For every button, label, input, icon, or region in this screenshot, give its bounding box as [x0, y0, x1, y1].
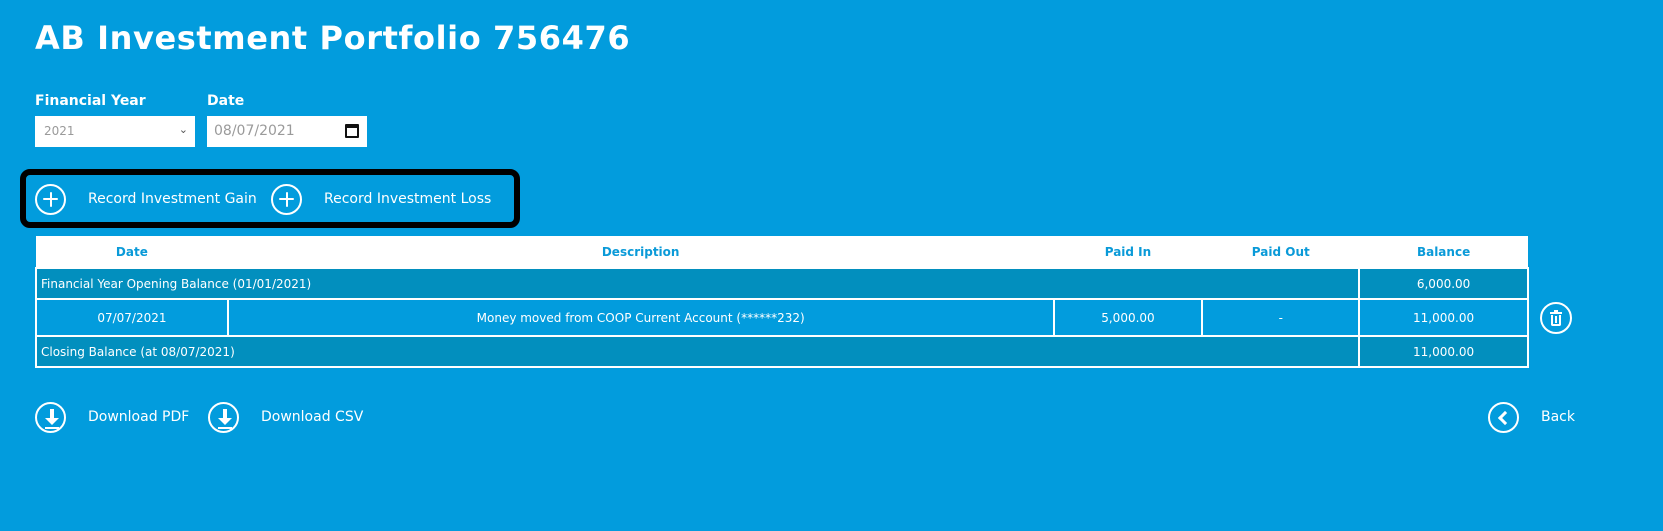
delete-row-button[interactable] [1540, 302, 1572, 334]
table-header-row: Date Description Paid In Paid Out Balanc… [36, 236, 1528, 268]
download-csv-button[interactable]: Download CSV [208, 400, 363, 434]
financial-year-select[interactable]: 2021 ⌄ [35, 116, 195, 147]
financial-year-label: Financial Year [35, 93, 146, 109]
row-paid-in: 5,000.00 [1052, 298, 1204, 337]
plus-circle-icon [271, 183, 302, 215]
record-investment-loss-button[interactable]: Record Investment Loss [271, 183, 492, 215]
trash-icon-can [1551, 315, 1561, 326]
record-investment-loss-label: Record Investment Loss [324, 191, 492, 207]
column-header-date: Date [36, 236, 228, 268]
date-input[interactable]: 08/07/2021 [207, 116, 367, 147]
calendar-icon[interactable] [345, 124, 359, 138]
back-label: Back [1541, 409, 1575, 425]
column-header-description: Description [227, 236, 1054, 268]
column-header-balance: Balance [1359, 236, 1528, 268]
column-header-paid-in: Paid In [1053, 236, 1203, 268]
download-csv-label: Download CSV [261, 409, 364, 425]
investment-portfolio-page: AB Investment Portfolio 756476 Financial… [0, 0, 1663, 531]
chevron-left-icon [1488, 401, 1519, 433]
plus-circle-icon [35, 183, 66, 215]
column-header-paid-out: Paid Out [1202, 236, 1360, 268]
closing-balance-row: Closing Balance (at 08/07/2021) 11,000.0… [34, 335, 1529, 368]
opening-balance-value: 6,000.00 [1358, 267, 1529, 300]
download-pdf-label: Download PDF [88, 409, 190, 425]
row-balance: 11,000.00 [1358, 298, 1529, 337]
trash-icon-lid [1550, 312, 1562, 314]
table-row: 07/07/2021 Money moved from COOP Current… [35, 298, 1529, 337]
date-label: Date [207, 93, 245, 109]
download-icon [35, 401, 66, 433]
closing-balance-value: 11,000.00 [1358, 335, 1529, 368]
record-investment-gain-button[interactable]: Record Investment Gain [35, 183, 257, 215]
date-value: 08/07/2021 [214, 123, 295, 139]
download-icon-bar [45, 426, 59, 429]
row-date: 07/07/2021 [35, 298, 229, 337]
download-pdf-button[interactable]: Download PDF [35, 400, 189, 434]
opening-balance-label: Financial Year Opening Balance (01/01/20… [34, 267, 1361, 300]
download-icon-bar [218, 426, 232, 429]
chevron-down-icon: ⌄ [178, 123, 188, 136]
back-button[interactable]: Back [1488, 400, 1575, 434]
closing-balance-label: Closing Balance (at 08/07/2021) [34, 335, 1361, 368]
page-title: AB Investment Portfolio 756476 [35, 19, 631, 57]
transactions-table: Date Description Paid In Paid Out Balanc… [34, 236, 1529, 368]
chevron-left-shape [1497, 410, 1513, 425]
row-paid-out: - [1201, 298, 1361, 337]
download-icon [208, 401, 239, 433]
record-investment-gain-label: Record Investment Gain [88, 191, 257, 207]
opening-balance-row: Financial Year Opening Balance (01/01/20… [34, 267, 1529, 300]
financial-year-value: 2021 [44, 124, 75, 138]
row-description: Money moved from COOP Current Account (*… [226, 298, 1055, 337]
